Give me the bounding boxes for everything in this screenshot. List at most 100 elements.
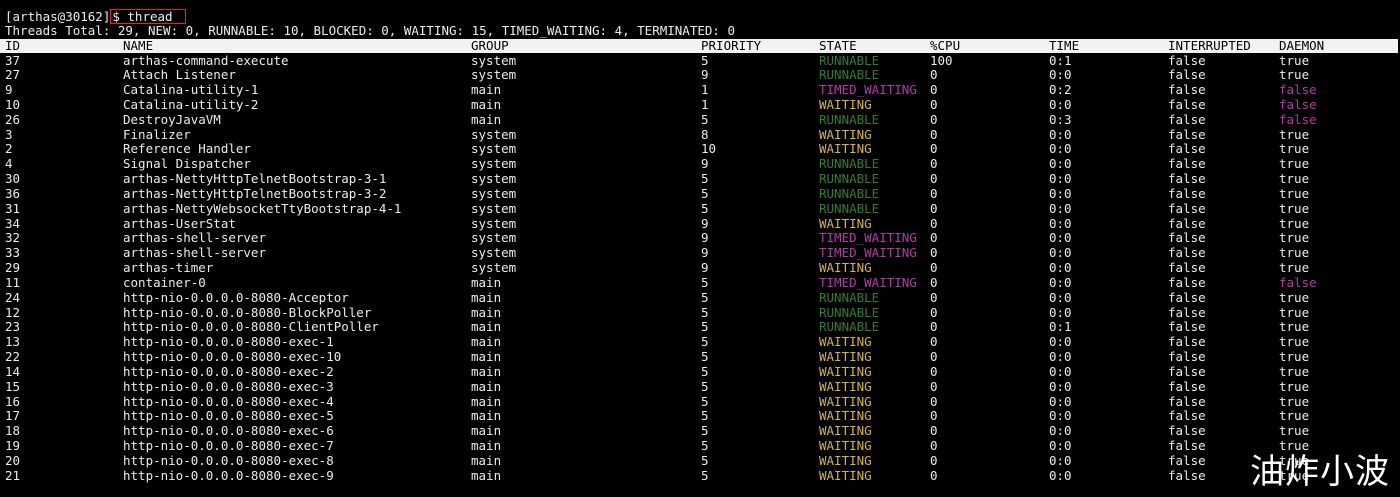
table-row: 2 Reference Handler system 10 WAITING 0 0:0 fal…: [0, 142, 1400, 157]
cell-daemon: true: [1279, 185, 1310, 201]
cell-daemon: false: [1279, 96, 1317, 112]
cell-id: 12: [5, 304, 21, 320]
table-row: 37 arthas-command-execute system 5 RUNNABLE 1…: [0, 52, 1400, 69]
cell-daemon: true: [1279, 304, 1310, 320]
cell-daemon: true: [1279, 156, 1310, 172]
thread-summary: Threads Total: 29, NEW: 0, RUNNABLE: 10,…: [5, 23, 735, 38]
terminal-window[interactable]: [arthas@30162] $ thread Threads Total: 29…: [0, 0, 1400, 497]
cell-time: 0:0: [1049, 408, 1072, 424]
cell-cpu: 0: [930, 67, 938, 83]
table-row: 23 http-nio-0.0.0.0-8080-ClientPoller main…: [0, 320, 1400, 335]
cell-group: main: [471, 452, 502, 468]
cell-cpu: 0: [930, 171, 938, 187]
cell-name: arthas-UserStat: [123, 215, 236, 231]
cell-state: RUNNABLE: [819, 52, 880, 68]
cell-priority: 9: [701, 230, 709, 246]
cell-name: http-nio-0.0.0.0-8080-exec-1: [123, 334, 334, 350]
cell-priority: 5: [701, 408, 709, 424]
cell-state: TIMED_WAITING: [819, 245, 917, 261]
cell-state: WAITING: [819, 452, 872, 468]
cell-group: main: [471, 423, 502, 439]
cell-id: 10: [5, 96, 21, 112]
cell-priority: 1: [701, 82, 709, 98]
cell-time: 0:0: [1049, 423, 1072, 439]
cell-state: WAITING: [819, 126, 872, 142]
cell-daemon: true: [1279, 378, 1310, 394]
cell-group: system: [471, 171, 517, 187]
table-row: 18 http-nio-0.0.0.0-8080-exec-6 main 5 WAITI…: [0, 423, 1400, 439]
cell-name: arthas-shell-server: [123, 230, 266, 246]
cell-time: 0:0: [1049, 260, 1072, 276]
cell-time: 0:0: [1049, 274, 1072, 290]
cell-interrupted: false: [1168, 408, 1206, 424]
cell-daemon: true: [1279, 393, 1310, 409]
cell-interrupted: false: [1168, 245, 1206, 261]
cell-id: 19: [5, 438, 21, 454]
cell-id: 24: [5, 289, 21, 305]
cell-time: 0:0: [1049, 349, 1072, 365]
cell-id: 23: [5, 319, 21, 335]
cell-time: 0:0: [1049, 245, 1072, 261]
cell-priority: 5: [701, 334, 709, 350]
cell-group: main: [471, 289, 502, 305]
cell-state: RUNNABLE: [819, 319, 880, 335]
cell-priority: 5: [701, 111, 709, 127]
cell-id: 32: [5, 230, 21, 246]
header-daemon: DAEMON: [1279, 38, 1325, 53]
cell-time: 0:1: [1049, 319, 1072, 335]
cell-daemon: true: [1279, 141, 1310, 157]
cell-id: 17: [5, 408, 21, 424]
table-row: 22 http-nio-0.0.0.0-8080-exec-10 main 5 WAIT…: [0, 349, 1400, 365]
cell-name: http-nio-0.0.0.0-8080-exec-8: [123, 452, 334, 468]
cell-priority: 8: [701, 126, 709, 142]
cell-time: 0:0: [1049, 126, 1072, 142]
thread-table-body: 37 arthas-command-execute system 5 RUNNABLE 1…: [0, 52, 1400, 484]
cell-group: main: [471, 96, 502, 112]
cell-time: 0:0: [1049, 215, 1072, 231]
cell-priority: 5: [701, 423, 709, 439]
cell-priority: 5: [701, 304, 709, 320]
cell-interrupted: false: [1168, 304, 1206, 320]
table-row: 15 http-nio-0.0.0.0-8080-exec-3 main 5 WAITI…: [0, 378, 1400, 395]
prompt: [arthas@30162]: [5, 9, 111, 24]
cell-id: 11: [5, 274, 21, 290]
table-row: 30 arthas-NettyHttpTelnetBootstrap-3-1 sys…: [0, 171, 1400, 187]
cell-priority: 5: [701, 274, 709, 290]
cell-priority: 5: [701, 171, 709, 187]
cell-id: 33: [5, 245, 21, 261]
cell-time: 0:0: [1049, 363, 1072, 379]
cell-state: RUNNABLE: [819, 185, 880, 201]
cell-interrupted: false: [1168, 200, 1206, 216]
cell-group: system: [471, 215, 517, 231]
cell-interrupted: false: [1168, 185, 1206, 201]
header-group: GROUP: [471, 38, 509, 53]
cell-name: Reference Handler: [123, 141, 251, 157]
cell-daemon: false: [1279, 82, 1317, 98]
cell-state: TIMED_WAITING: [819, 274, 917, 290]
cell-cpu: 0: [930, 438, 938, 454]
cell-time: 0:2: [1049, 82, 1072, 98]
cell-id: 9: [5, 82, 13, 98]
cell-priority: 5: [701, 200, 709, 216]
cell-interrupted: false: [1168, 171, 1206, 187]
cell-cpu: 0: [930, 215, 938, 231]
cell-group: main: [471, 82, 502, 98]
cell-daemon: true: [1279, 67, 1310, 83]
cell-interrupted: false: [1168, 52, 1206, 68]
cell-name: container-0: [123, 274, 206, 290]
cell-id: 27: [5, 67, 21, 83]
cell-time: 0:0: [1049, 304, 1072, 320]
cell-state: WAITING: [819, 215, 872, 231]
command-input[interactable]: $ thread: [110, 9, 186, 24]
cell-name: arthas-timer: [123, 260, 214, 276]
cell-group: main: [471, 304, 502, 320]
cell-id: 31: [5, 200, 21, 216]
cell-name: Finalizer: [123, 126, 191, 142]
cell-group: main: [471, 319, 502, 335]
cell-cpu: 0: [930, 334, 938, 350]
cell-cpu: 0: [930, 230, 938, 246]
table-row: 13 http-nio-0.0.0.0-8080-exec-1 main 5 WAITI…: [0, 334, 1400, 350]
cell-id: 29: [5, 260, 21, 276]
table-row: 4 Signal Dispatcher system 9 RUNNABLE 0 0:0 fal…: [0, 156, 1400, 172]
table-row: 32 arthas-shell-server system 9 TIMED_WAITIN…: [0, 231, 1400, 246]
